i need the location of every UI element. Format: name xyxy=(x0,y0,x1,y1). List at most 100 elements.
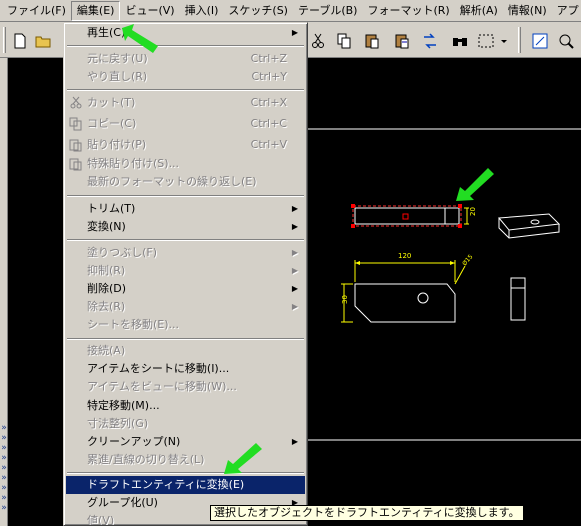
menu-item-connect[interactable]: 接続(A) xyxy=(66,342,305,360)
expand-arrows-icon[interactable]: »»»»»»»»» xyxy=(0,423,8,513)
menu-analysis[interactable]: 解析(A) xyxy=(455,1,503,21)
dimension-30[interactable]: 30 xyxy=(341,283,353,323)
menu-item-label: 抑制(R) xyxy=(87,264,126,277)
menu-item-remove[interactable]: 除去(R) ▶ xyxy=(66,298,305,316)
menu-item-align-dimensions[interactable]: 寸法整列(G) xyxy=(66,415,305,433)
dim-radius-label: Ø15 xyxy=(461,253,474,267)
menu-item-replay[interactable]: 再生(C) ▶ xyxy=(66,24,305,42)
toolbar-grip-2[interactable] xyxy=(518,27,521,53)
submenu-arrow-icon: ▶ xyxy=(291,266,298,275)
copy-icon[interactable] xyxy=(334,31,354,51)
menu-item-suppress[interactable]: 抑制(R) ▶ xyxy=(66,262,305,280)
toolbar-grip[interactable] xyxy=(3,27,6,53)
menu-item-redo[interactable]: やり直し(R) Ctrl+Y xyxy=(66,68,305,86)
menu-sketch[interactable]: スケッチ(S) xyxy=(223,1,293,21)
selected-top-view[interactable] xyxy=(351,204,462,228)
dim-width-label: 120 xyxy=(398,252,411,260)
front-view[interactable] xyxy=(354,283,456,323)
menu-bar: ファイル(F) 編集(E) ビュー(V) 挿入(I) スケッチ(S) テーブル(… xyxy=(0,0,581,22)
menu-insert[interactable]: 挿入(I) xyxy=(180,1,224,21)
paste-icon[interactable] xyxy=(362,31,382,51)
left-panel-strip[interactable]: »»»»»»»»» xyxy=(0,58,8,526)
menu-application[interactable]: アプリケーシ xyxy=(552,1,581,21)
menu-separator xyxy=(67,89,304,91)
menu-item-label: 特殊貼り付け(S)... xyxy=(87,157,180,170)
open-folder-icon[interactable] xyxy=(33,31,53,51)
submenu-arrow-icon: ▶ xyxy=(291,222,298,231)
binoculars-icon[interactable] xyxy=(450,31,470,51)
menu-item-convert-to-draft[interactable]: ドラフトエンティティに変換(E) xyxy=(66,476,305,494)
menu-item-copy[interactable]: コピー(C) Ctrl+C xyxy=(66,115,305,133)
menu-item-label: 寸法整列(G) xyxy=(87,417,149,430)
menu-item-label: 接続(A) xyxy=(87,344,126,357)
annotation-arrow-icon xyxy=(456,168,494,201)
menu-table[interactable]: テーブル(B) xyxy=(293,1,362,21)
menu-item-move-to-sheet[interactable]: アイテムをシートに移動(I)... xyxy=(66,360,305,378)
menu-info[interactable]: 情報(N) xyxy=(503,1,552,21)
menu-item-cleanup[interactable]: クリーンアップ(N) ▶ xyxy=(66,433,305,451)
menu-item-specific-move[interactable]: 特定移動(M)... xyxy=(66,397,305,415)
menu-separator xyxy=(67,338,304,340)
annotation-arrow-icon xyxy=(122,24,158,53)
menu-item-label: アイテムをシートに移動(I)... xyxy=(87,362,230,375)
menu-item-label: 貼り付け(P) xyxy=(87,138,147,151)
edit-menu: 再生(C) ▶ 元に戻す(U) Ctrl+Z やり直し(R) Ctrl+Y カッ… xyxy=(63,22,308,526)
menu-separator xyxy=(67,195,304,197)
submenu-arrow-icon: ▶ xyxy=(291,28,298,37)
isometric-view[interactable] xyxy=(497,213,561,239)
scissors-icon xyxy=(70,96,82,109)
menu-item-label: グループ化(U) xyxy=(87,496,158,509)
chevron-down-icon[interactable] xyxy=(498,31,510,51)
dimension-radius[interactable]: Ø15 xyxy=(454,253,475,285)
new-file-icon[interactable] xyxy=(10,31,30,51)
menu-item-paste[interactable]: 貼り付け(P) Ctrl+V xyxy=(66,136,305,154)
paste-special-icon xyxy=(69,158,82,171)
menu-item-toggle-ordinate[interactable]: 累進/直線の切り替え(L) xyxy=(66,451,305,469)
menu-item-delete[interactable]: 削除(D) ▶ xyxy=(66,280,305,298)
menu-item-label: 特定移動(M)... xyxy=(87,399,160,412)
tooltip: 選択したオブジェクトをドラフトエンティティに変換します。 xyxy=(210,505,524,521)
menu-item-convert[interactable]: 変換(N) ▶ xyxy=(66,218,305,236)
menu-item-label: カット(T) xyxy=(87,96,136,109)
cut-icon[interactable] xyxy=(308,31,328,51)
menu-item-move-sheet[interactable]: シートを移動(E)... xyxy=(66,316,305,334)
menu-view[interactable]: ビュー(V) xyxy=(120,1,179,21)
menu-item-label: コピー(C) xyxy=(87,117,137,130)
menu-item-repeat-format[interactable]: 最新のフォーマットの繰り返し(E) xyxy=(66,173,305,191)
menu-item-label: 変換(N) xyxy=(87,220,126,233)
submenu-arrow-icon: ▶ xyxy=(291,248,298,257)
convert-icon[interactable] xyxy=(420,31,440,51)
submenu-arrow-icon: ▶ xyxy=(291,284,298,293)
menu-item-label: 除去(R) xyxy=(87,300,126,313)
menu-item-shortcut: Ctrl+Z xyxy=(250,52,287,65)
menu-item-cut[interactable]: カット(T) Ctrl+X xyxy=(66,94,305,112)
menu-item-label: 塗りつぶし(F) xyxy=(87,246,158,259)
zoom-icon[interactable] xyxy=(556,31,576,51)
menu-file[interactable]: ファイル(F) xyxy=(2,1,71,21)
menu-item-paste-special[interactable]: 特殊貼り付け(S)... xyxy=(66,155,305,173)
menu-item-shortcut: Ctrl+Y xyxy=(251,70,287,83)
menu-item-label: トリム(T) xyxy=(87,202,136,215)
menu-format[interactable]: フォーマット(R) xyxy=(362,1,454,21)
dimension-20[interactable]: 20 xyxy=(464,207,477,225)
menu-item-move-to-view[interactable]: アイテムをビューに移動(W)... xyxy=(66,378,305,396)
menu-item-fill[interactable]: 塗りつぶし(F) ▶ xyxy=(66,244,305,262)
submenu-arrow-icon: ▶ xyxy=(291,204,298,213)
paste-icon xyxy=(69,139,82,152)
menu-item-trim[interactable]: トリム(T) ▶ xyxy=(66,200,305,218)
selection-box-icon[interactable] xyxy=(476,31,496,51)
submenu-arrow-icon: ▶ xyxy=(291,437,298,446)
side-view[interactable] xyxy=(510,277,526,321)
paste-special-icon[interactable] xyxy=(392,31,412,51)
menu-edit[interactable]: 編集(E) xyxy=(70,0,121,21)
menu-item-shortcut: Ctrl+C xyxy=(250,117,287,130)
zoom-fit-icon[interactable] xyxy=(530,31,550,51)
menu-item-label: クリーンアップ(N) xyxy=(87,435,181,448)
menu-item-shortcut: Ctrl+V xyxy=(250,138,287,151)
menu-item-label: 最新のフォーマットの繰り返し(E) xyxy=(87,175,257,188)
menu-item-undo[interactable]: 元に戻す(U) Ctrl+Z xyxy=(66,50,305,68)
annotation-arrow-icon xyxy=(224,443,262,474)
menu-item-label: アイテムをビューに移動(W)... xyxy=(87,380,237,393)
menu-separator xyxy=(67,45,304,47)
dimension-120[interactable]: 120 xyxy=(354,252,456,282)
